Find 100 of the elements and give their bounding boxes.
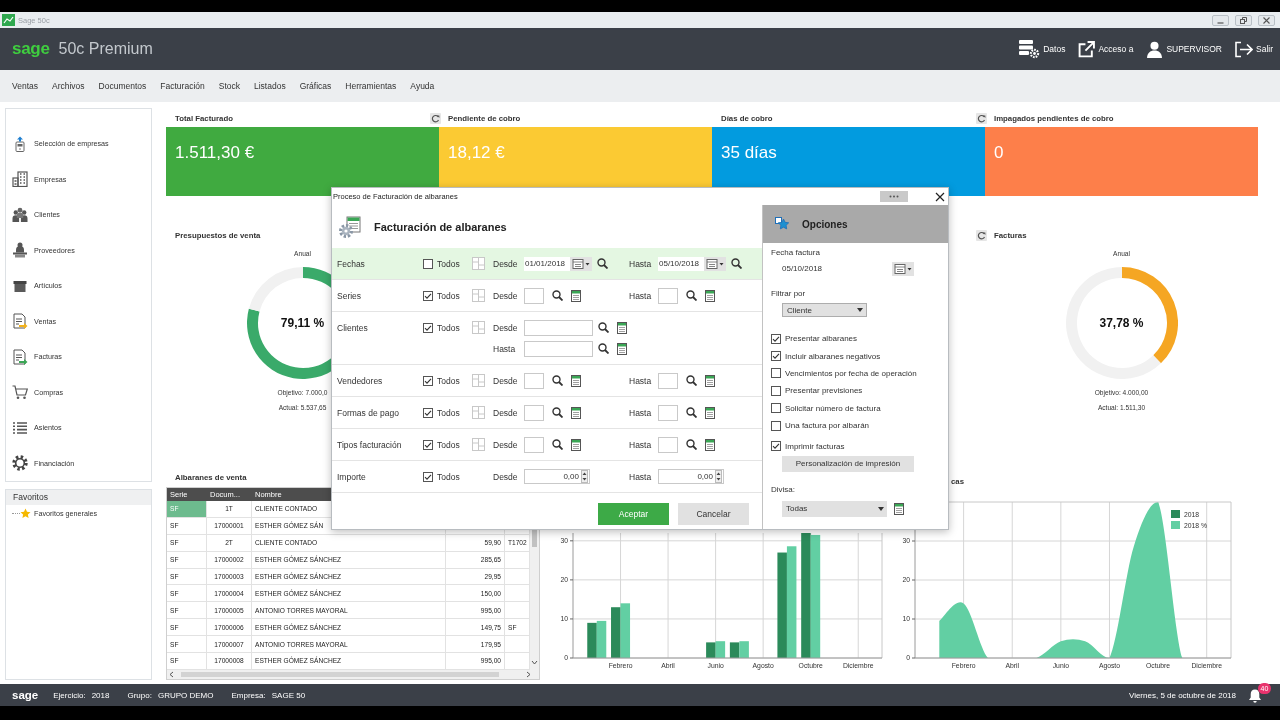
- document-icon[interactable]: [705, 289, 715, 302]
- checkbox[interactable]: [423, 375, 433, 386]
- cart-icon: [12, 384, 28, 401]
- search-icon[interactable]: [686, 439, 697, 450]
- close-button[interactable]: [1258, 14, 1275, 26]
- document-icon[interactable]: [617, 321, 627, 334]
- checkbox[interactable]: [771, 333, 781, 344]
- search-icon[interactable]: [598, 343, 609, 354]
- checkbox[interactable]: [771, 351, 781, 362]
- filter-row[interactable]: Clientes Todos Desde Hasta: [332, 312, 762, 365]
- document-icon[interactable]: [705, 374, 715, 387]
- spinner-icon[interactable]: [581, 470, 588, 483]
- search-icon[interactable]: [598, 322, 609, 333]
- menu-item[interactable]: Stock: [218, 81, 240, 91]
- kpi-value: 35 días: [721, 143, 777, 162]
- checkbox[interactable]: [423, 322, 433, 333]
- document-icon[interactable]: [894, 502, 904, 515]
- menu-item[interactable]: Facturación: [160, 81, 205, 91]
- close-button[interactable]: [934, 190, 946, 203]
- date-field[interactable]: 01/01/2018: [524, 256, 570, 271]
- refresh-icon[interactable]: [976, 229, 987, 241]
- document-icon[interactable]: [571, 438, 581, 451]
- filter-row[interactable]: Tipos facturación Todos Desde Hasta: [332, 429, 762, 461]
- input-field[interactable]: [524, 319, 593, 336]
- checkbox[interactable]: [771, 403, 781, 414]
- number-field[interactable]: 0,00: [658, 469, 724, 484]
- checkbox[interactable]: [771, 368, 781, 379]
- refresh-icon[interactable]: [976, 112, 987, 124]
- menu-item[interactable]: Listados: [254, 81, 286, 91]
- search-icon[interactable]: [552, 439, 563, 450]
- checkbox[interactable]: [423, 290, 433, 301]
- status-value: GRUPO DEMO: [157, 690, 214, 700]
- menu-item[interactable]: Ayuda: [410, 81, 435, 91]
- search-icon[interactable]: [686, 290, 697, 301]
- input-field[interactable]: [524, 287, 544, 304]
- refresh-icon[interactable]: [430, 112, 441, 124]
- filter-row[interactable]: Importe Todos Desde 0,00 Hasta 0,00: [332, 461, 762, 493]
- search-icon[interactable]: [686, 407, 697, 418]
- search-icon[interactable]: [686, 375, 697, 386]
- calendar-dropdown-icon[interactable]: [892, 262, 914, 276]
- horizontal-scrollbar[interactable]: [167, 670, 539, 679]
- checkbox[interactable]: [423, 407, 433, 418]
- document-icon[interactable]: [571, 374, 581, 387]
- calendar-dropdown-icon[interactable]: [704, 256, 726, 271]
- calendar-dropdown-icon[interactable]: [570, 256, 592, 271]
- search-icon[interactable]: [552, 407, 563, 418]
- menu-item[interactable]: Documentos: [98, 81, 147, 91]
- checkbox[interactable]: [423, 258, 433, 269]
- filter-dropdown[interactable]: Cliente: [782, 303, 867, 317]
- checkbox[interactable]: [771, 385, 781, 396]
- input-field[interactable]: [658, 372, 678, 389]
- bell-icon[interactable]: [1248, 687, 1262, 703]
- menu-item[interactable]: Gráficas: [299, 81, 332, 91]
- chart-bar: [729, 642, 740, 658]
- filter-label: Vendedores: [337, 375, 384, 386]
- star-icon: [20, 507, 31, 519]
- header-button[interactable]: Salir: [1235, 40, 1273, 58]
- search-icon[interactable]: [552, 375, 563, 386]
- search-icon[interactable]: [731, 258, 742, 269]
- document-icon[interactable]: [705, 438, 715, 451]
- cancel-button[interactable]: Cancelar: [678, 503, 749, 525]
- document-icon[interactable]: [617, 342, 627, 355]
- document-icon[interactable]: [705, 406, 715, 419]
- checkbox[interactable]: [423, 439, 433, 450]
- panel-title: Opciones: [802, 218, 848, 230]
- filter-row[interactable]: Vendedores Todos Desde Hasta: [332, 365, 762, 397]
- checkbox[interactable]: [423, 471, 433, 482]
- menu-item[interactable]: Herramientas: [345, 81, 397, 91]
- document-icon[interactable]: [571, 289, 581, 302]
- input-field[interactable]: [524, 372, 544, 389]
- filter-row[interactable]: Fechas Todos Desde 01/01/2018 Hasta 05/10/2018: [332, 248, 762, 280]
- checkbox[interactable]: [771, 420, 781, 431]
- field-label: Divisa:: [771, 484, 795, 495]
- number-field[interactable]: 0,00: [524, 469, 590, 484]
- input-field[interactable]: [658, 287, 678, 304]
- checkbox-label: Vencimientos por fecha de operación: [785, 368, 917, 378]
- header-button[interactable]: Acceso a: [1078, 40, 1134, 58]
- header-button[interactable]: SUPERVISOR: [1146, 40, 1222, 58]
- input-field[interactable]: [658, 404, 678, 421]
- filter-row[interactable]: Formas de pago Todos Desde Hasta: [332, 397, 762, 429]
- input-field[interactable]: [658, 436, 678, 453]
- search-icon[interactable]: [552, 290, 563, 301]
- filter-row[interactable]: Series Todos Desde Hasta: [332, 280, 762, 312]
- header-button[interactable]: Datos: [1018, 39, 1066, 59]
- search-icon[interactable]: [597, 258, 608, 269]
- favorites-title: Favoritos: [6, 490, 151, 505]
- input-field[interactable]: [524, 404, 544, 421]
- date-field[interactable]: 05/10/2018: [658, 256, 704, 271]
- print-settings-button[interactable]: Personalización de impresión: [782, 455, 914, 472]
- minimize-button[interactable]: [1212, 14, 1229, 26]
- checkbox[interactable]: [771, 441, 781, 452]
- input-field[interactable]: [524, 436, 544, 453]
- spinner-icon[interactable]: [715, 470, 722, 483]
- menu-item[interactable]: Archivos: [52, 81, 85, 91]
- currency-dropdown[interactable]: Todas: [782, 500, 887, 517]
- logo: sage: [12, 689, 39, 701]
- restore-button[interactable]: [1235, 14, 1252, 26]
- input-field[interactable]: [524, 340, 593, 357]
- document-icon[interactable]: [571, 406, 581, 419]
- menu-item[interactable]: Ventas: [12, 81, 38, 91]
